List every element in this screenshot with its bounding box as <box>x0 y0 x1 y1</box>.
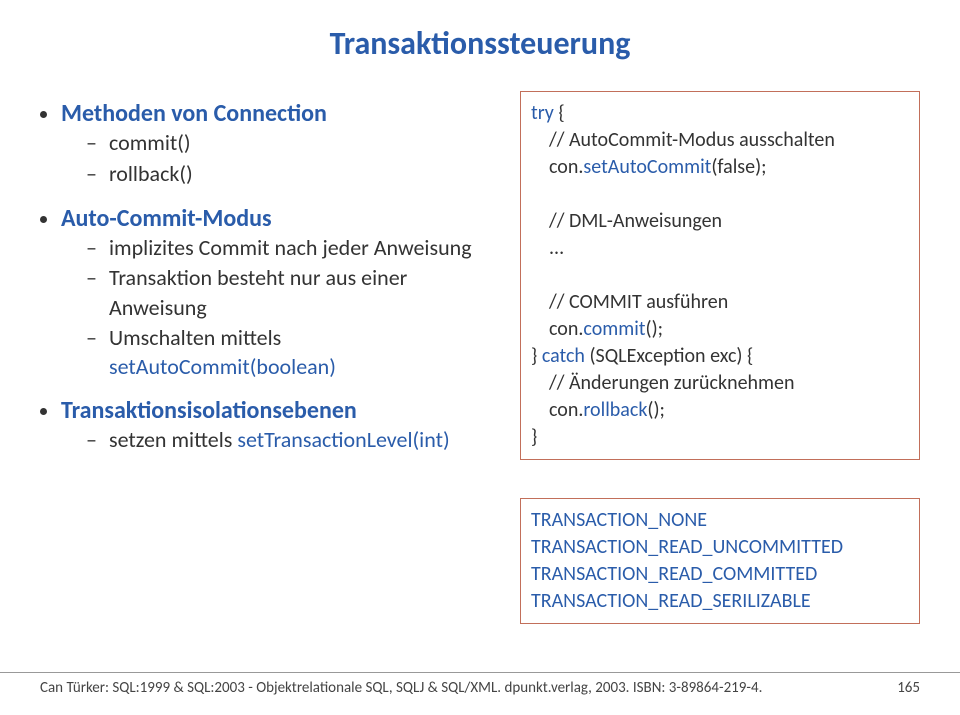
method-rollback: rollback() <box>109 159 193 189</box>
bullet-autocommit: Auto-Commit-Modus <box>40 204 500 233</box>
code-text: (false); <box>711 155 766 179</box>
code-comment: // Änderungen zurücknehmen <box>531 370 909 397</box>
heading-methods: Methoden von Connection <box>61 99 327 128</box>
iso-level: TRANSACTION_READ_UNCOMMITTED <box>531 534 909 561</box>
sub-item: – setzen mittels setTransactionLevel(int… <box>86 425 500 456</box>
slide: Transaktionssteuerung Methoden von Conne… <box>0 0 960 715</box>
content-columns: Methoden von Connection – commit() – rol… <box>40 91 920 624</box>
code-text: (SQLException exc) { <box>585 344 753 368</box>
dash-icon: – <box>86 128 97 159</box>
code-text: { <box>554 101 565 125</box>
dash-icon: – <box>86 425 97 456</box>
bullet-methods: Methoden von Connection <box>40 99 500 128</box>
slide-title: Transaktionssteuerung <box>40 24 920 63</box>
code-box: try { // AutoCommit-Modus ausschalten co… <box>520 91 920 460</box>
code-line: con.rollback(); <box>531 397 909 424</box>
iso-level: TRANSACTION_READ_COMMITTED <box>531 561 909 588</box>
code-comment: // DML-Anweisungen <box>531 208 909 235</box>
bullet-dot-icon <box>40 408 47 415</box>
bullet-dot-icon <box>40 111 47 118</box>
isolation-levels-box: TRANSACTION_NONE TRANSACTION_READ_UNCOMM… <box>520 498 920 624</box>
right-column: try { // AutoCommit-Modus ausschalten co… <box>520 91 920 624</box>
heading-isolation: Transaktionsisolationsebenen <box>61 396 357 425</box>
dash-icon: – <box>86 159 97 190</box>
dash-icon: – <box>86 263 97 294</box>
footer-page-number: 165 <box>897 679 920 697</box>
sub-text-prefix: Umschalten mittels <box>109 324 281 351</box>
code-comment: // AutoCommit-Modus ausschalten <box>531 127 909 154</box>
method-settransactionlevel: setTransactionLevel(int) <box>237 426 449 453</box>
code-line: } catch (SQLException exc) { <box>531 343 909 370</box>
sub-text: Transaktion besteht nur aus einer Anweis… <box>109 263 500 322</box>
code-line: con.setAutoCommit(false); <box>531 154 909 181</box>
code-text: con. <box>549 317 583 341</box>
sublist-isolation: – setzen mittels setTransactionLevel(int… <box>86 425 500 456</box>
sublist-autocommit: – implizites Commit nach jeder Anweisung… <box>86 233 500 383</box>
bullet-isolation: Transaktionsisolationsebenen <box>40 396 500 425</box>
sub-item: – Transaktion besteht nur aus einer Anwe… <box>86 263 500 322</box>
code-line: try { <box>531 100 909 127</box>
kw-try: try <box>531 101 554 125</box>
code-text: con. <box>549 398 583 422</box>
sub-text: setzen mittels setTransactionLevel(int) <box>109 425 450 455</box>
dash-icon: – <box>86 323 97 354</box>
code-text: (); <box>646 317 663 341</box>
method-commit: commit() <box>109 128 191 158</box>
code-line <box>531 262 909 289</box>
sub-text: implizites Commit nach jeder Anweisung <box>109 233 472 263</box>
sub-item: – commit() <box>86 128 500 159</box>
sub-item: – Umschalten mittels setAutoCommit(boole… <box>86 323 500 382</box>
code-text: } <box>531 344 542 368</box>
method-setautocommit: setAutoCommit(boolean) <box>109 353 336 380</box>
code-line: con.commit(); <box>531 316 909 343</box>
sub-item: – implizites Commit nach jeder Anweisung <box>86 233 500 264</box>
kw-catch: catch <box>542 344 585 368</box>
sub-item: – rollback() <box>86 159 500 190</box>
sublist-methods: – commit() – rollback() <box>86 128 500 190</box>
method-name: rollback <box>583 398 647 422</box>
heading-autocommit: Auto-Commit-Modus <box>61 204 272 233</box>
footer-citation: Can Türker: SQL:1999 & SQL:2003 - Objekt… <box>40 679 762 697</box>
code-text: (); <box>647 398 664 422</box>
code-line: } <box>531 424 909 451</box>
sub-text-prefix: setzen mittels <box>109 426 237 453</box>
method-name: commit <box>583 317 645 341</box>
dash-icon: – <box>86 233 97 264</box>
code-text: con. <box>549 155 583 179</box>
code-line <box>531 181 909 208</box>
footer: Can Türker: SQL:1999 & SQL:2003 - Objekt… <box>0 672 960 697</box>
method-name: setAutoCommit <box>583 155 711 179</box>
code-comment: // COMMIT ausführen <box>531 289 909 316</box>
left-column: Methoden von Connection – commit() – rol… <box>40 91 500 624</box>
code-line: ... <box>531 235 909 262</box>
iso-level: TRANSACTION_NONE <box>531 507 909 534</box>
sub-text: Umschalten mittels setAutoCommit(boolean… <box>109 323 500 382</box>
iso-level: TRANSACTION_READ_SERILIZABLE <box>531 588 909 615</box>
bullet-dot-icon <box>40 216 47 223</box>
